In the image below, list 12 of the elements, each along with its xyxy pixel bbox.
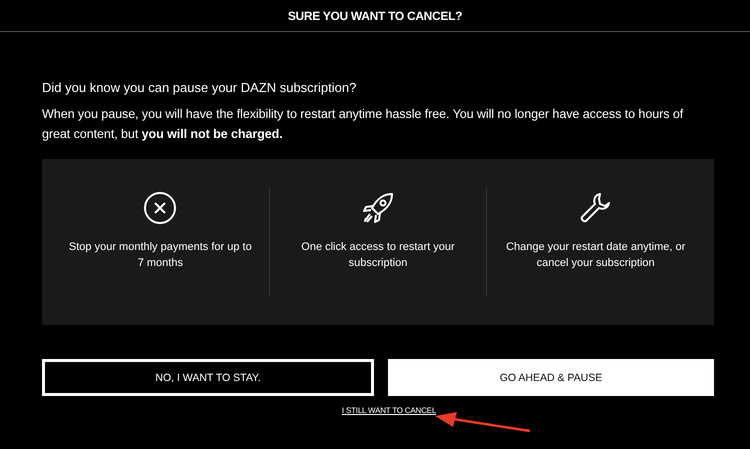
cancel-link[interactable]: I STILL WANT TO CANCEL	[342, 406, 436, 415]
wrench-icon	[578, 191, 613, 225]
dialog-title: SURE YOU WANT TO CANCEL?	[288, 8, 462, 22]
close-circle-icon	[143, 191, 178, 225]
rocket-icon	[361, 191, 395, 225]
feature-text: Stop your monthly payments for up to 7 months	[68, 240, 253, 271]
stay-button[interactable]: NO, I WANT TO STAY.	[42, 359, 374, 396]
explanation-text: When you pause, you will have the flexibility to restart anytime hassle free. You will no longer have access to hours of great content, but you will not be charged.	[42, 106, 684, 143]
pause-button[interactable]: GO AHEAD & PAUSE	[388, 359, 714, 396]
feature-text: Change your restart date anytime, or cancel your subscription	[505, 240, 686, 271]
feature-text: One click access to restart your subscription	[300, 240, 456, 271]
question-text: Did you know you can pause your DAZN subscription?	[42, 80, 358, 95]
